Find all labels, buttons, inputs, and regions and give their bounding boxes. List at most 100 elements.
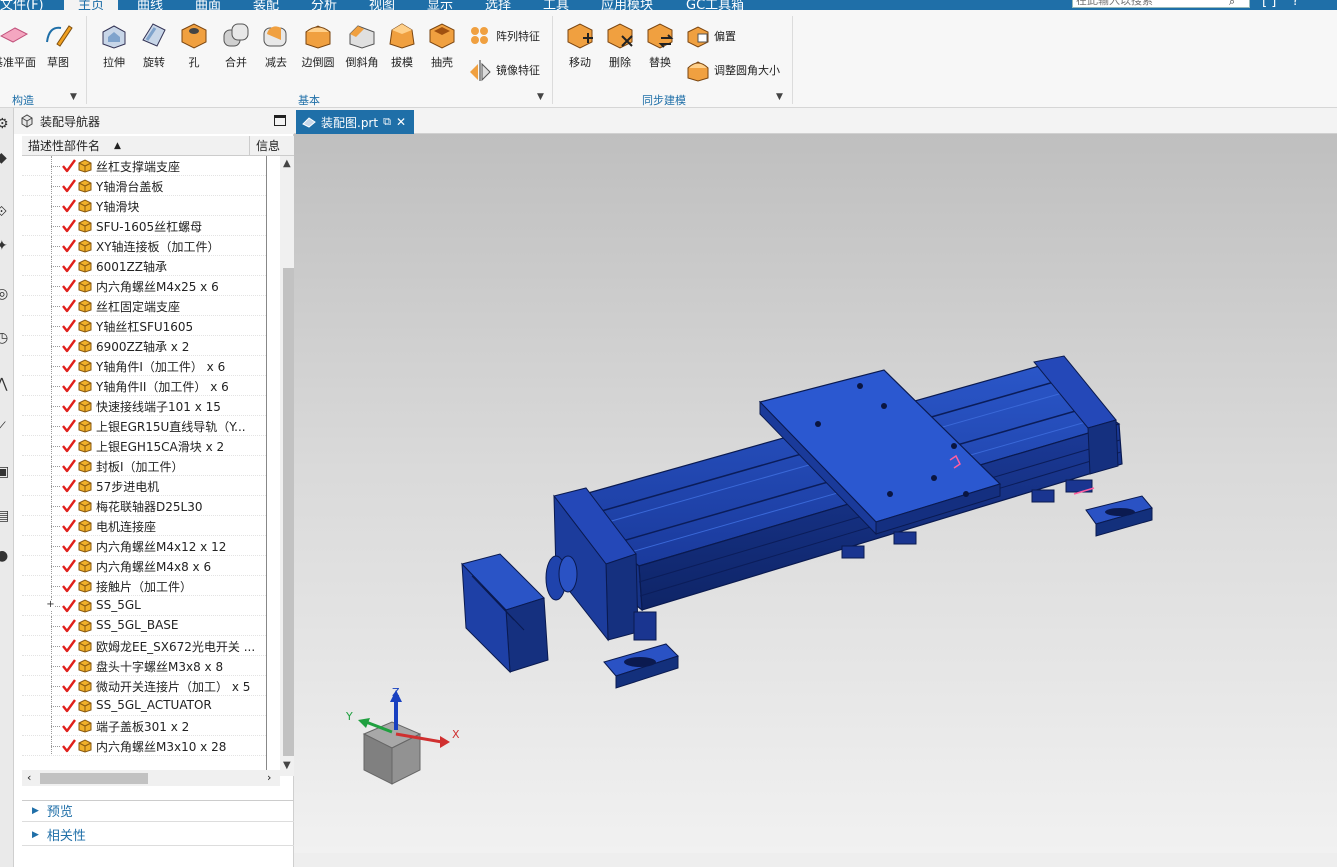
tree-row[interactable]: 梅花联轴器D25L30 <box>22 496 266 516</box>
visibility-checkmark-icon[interactable] <box>61 338 77 354</box>
visibility-checkmark-icon[interactable] <box>61 358 77 374</box>
part-navigator-icon[interactable]: ⚙ <box>0 116 13 134</box>
tree-row[interactable]: Y轴角件II（加工件） x 6 <box>22 376 266 396</box>
tree-row[interactable]: 欧姆龙EE_SX672光电开关 ... <box>22 636 266 656</box>
expand-node-icon[interactable]: + <box>46 600 55 610</box>
tree-row[interactable]: 57步进电机 <box>22 476 266 496</box>
visibility-checkmark-icon[interactable] <box>61 278 77 294</box>
constraint-navigator-icon[interactable]: ⟐ <box>0 204 13 222</box>
visibility-checkmark-icon[interactable] <box>61 178 77 194</box>
tree-row[interactable]: 微动开关连接片（加工） x 5 <box>22 676 266 696</box>
visibility-checkmark-icon[interactable] <box>61 498 77 514</box>
visibility-checkmark-icon[interactable] <box>61 418 77 434</box>
visibility-checkmark-icon[interactable] <box>61 738 77 754</box>
history-icon[interactable]: ◷ <box>0 330 13 348</box>
tree-row[interactable]: Y轴角件I（加工件） x 6 <box>22 356 266 376</box>
visibility-checkmark-icon[interactable] <box>61 318 77 334</box>
assembly-model[interactable]: Z X Y <box>294 134 1337 853</box>
scroll-down-icon[interactable]: ▼ <box>283 760 291 771</box>
tree-row[interactable]: SS_5GL_BASE <box>22 616 266 636</box>
process-studio-icon[interactable]: ⟋ <box>0 420 13 438</box>
tree-row[interactable]: Y轴丝杠SFU1605 <box>22 316 266 336</box>
tree-row[interactable]: 接触片（加工件） <box>22 576 266 596</box>
visibility-checkmark-icon[interactable] <box>61 678 77 694</box>
tree-row[interactable]: 封板I（加工件） <box>22 456 266 476</box>
view-triad[interactable]: Z X Y <box>345 686 460 785</box>
visibility-checkmark-icon[interactable] <box>61 218 77 234</box>
menu-curve[interactable]: 曲线 <box>137 0 163 10</box>
tree-row[interactable]: 丝杠固定端支座 <box>22 296 266 316</box>
roles-icon[interactable]: ▤ <box>0 508 13 526</box>
menu-select[interactable]: 选择 <box>485 0 511 10</box>
visibility-checkmark-icon[interactable] <box>61 378 77 394</box>
maximize-icon[interactable] <box>274 115 286 126</box>
menu-view[interactable]: 视图 <box>369 0 395 10</box>
group-sync-dropdown-icon[interactable]: ▼ <box>776 92 783 102</box>
datum-plane-button[interactable]: 基准平面 <box>0 20 36 70</box>
tree-row[interactable]: 上银EGH15CA滑块 x 2 <box>22 436 266 456</box>
menu-gc-toolbox[interactable]: GC工具箱 <box>686 0 744 10</box>
scroll-right-icon[interactable]: › <box>267 771 271 784</box>
sketch-button[interactable]: 草图 <box>36 20 80 70</box>
delete-face-button[interactable]: 删除 <box>598 20 642 70</box>
tree-row[interactable]: Y轴滑块 <box>22 196 266 216</box>
visibility-checkmark-icon[interactable] <box>61 478 77 494</box>
subtract-button[interactable]: 减去 <box>254 20 298 70</box>
replace-face-button[interactable]: 替换 <box>638 20 682 70</box>
tree-row[interactable]: 内六角螺丝M3x10 x 28 <box>22 736 266 756</box>
column-header-info[interactable]: 信息 <box>250 137 280 154</box>
visibility-checkmark-icon[interactable] <box>61 578 77 594</box>
shell-button[interactable]: 抽壳 <box>420 20 464 70</box>
visibility-checkmark-icon[interactable] <box>61 638 77 654</box>
close-icon[interactable]: ✕ <box>396 115 406 129</box>
reuse-library-icon[interactable]: ✦ <box>0 238 13 256</box>
visibility-checkmark-icon[interactable] <box>61 298 77 314</box>
group-construct-dropdown-icon[interactable]: ▼ <box>70 92 77 102</box>
menu-applications[interactable]: 应用模块 <box>601 0 653 10</box>
visibility-checkmark-icon[interactable] <box>61 198 77 214</box>
tree-row[interactable]: 丝杠支撑端支座 <box>22 156 266 176</box>
visibility-checkmark-icon[interactable] <box>61 658 77 674</box>
visibility-checkmark-icon[interactable] <box>61 518 77 534</box>
visibility-checkmark-icon[interactable] <box>61 238 77 254</box>
tree-row[interactable]: SFU-1605丝杠螺母 <box>22 216 266 236</box>
scrollbar-thumb[interactable] <box>283 268 294 756</box>
hole-button[interactable]: 孔 <box>172 20 216 70</box>
scroll-up-icon[interactable]: ▲ <box>283 158 291 169</box>
tree-row[interactable]: XY轴连接板（加工件） <box>22 236 266 256</box>
tree-row[interactable]: 6001ZZ轴承 <box>22 256 266 276</box>
visibility-checkmark-icon[interactable] <box>61 698 77 714</box>
stepper-motor[interactable] <box>461 553 578 674</box>
horizontal-scrollbar[interactable]: ‹ › <box>22 770 280 786</box>
extrude-button[interactable]: 拉伸 <box>92 20 136 70</box>
visibility-checkmark-icon[interactable] <box>61 618 77 634</box>
assembly-navigator-icon[interactable]: ◆ <box>0 150 13 168</box>
draft-button[interactable]: 拔模 <box>380 20 424 70</box>
tree-row[interactable]: 内六角螺丝M4x25 x 6 <box>22 276 266 296</box>
visibility-checkmark-icon[interactable] <box>61 398 77 414</box>
menu-surface[interactable]: 曲面 <box>195 0 221 10</box>
edge-blend-button[interactable]: 边倒圆 <box>296 20 340 70</box>
tree-row[interactable]: 6900ZZ轴承 x 2 <box>22 336 266 356</box>
mounting-foot-back[interactable] <box>1085 495 1153 537</box>
visibility-checkmark-icon[interactable] <box>61 458 77 474</box>
chamfer-button[interactable]: 倒斜角 <box>340 20 384 70</box>
scrollbar-thumb[interactable] <box>40 773 148 784</box>
visibility-checkmark-icon[interactable] <box>61 538 77 554</box>
tree-row[interactable]: SS_5GL_ACTUATOR <box>22 696 266 716</box>
visibility-checkmark-icon[interactable] <box>61 558 77 574</box>
mounting-foot-front[interactable] <box>603 643 679 689</box>
pattern-feature-button[interactable]: 阵列特征 <box>468 24 540 48</box>
group-basic-dropdown-icon[interactable]: ▼ <box>537 92 544 102</box>
web-browser-icon[interactable]: ◎ <box>0 286 13 304</box>
menu-display[interactable]: 显示 <box>427 0 453 10</box>
tab-assembly-part[interactable]: 装配图.prt ⧉ ✕ <box>296 110 414 134</box>
visibility-checkmark-icon[interactable] <box>61 718 77 734</box>
tree-row[interactable]: 内六角螺丝M4x8 x 6 <box>22 556 266 576</box>
visibility-checkmark-icon[interactable] <box>61 438 77 454</box>
graphics-window[interactable]: Z X Y <box>294 134 1337 853</box>
manufacturing-wizard-icon[interactable]: ▣ <box>0 464 13 482</box>
menu-tools[interactable]: 工具 <box>543 0 569 10</box>
restore-icon[interactable]: [ ] <box>1262 0 1276 9</box>
visibility-checkmark-icon[interactable] <box>61 258 77 274</box>
